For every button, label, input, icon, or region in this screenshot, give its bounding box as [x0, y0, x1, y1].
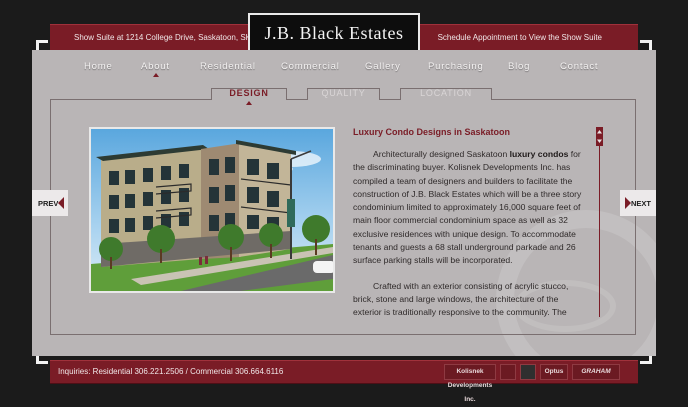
active-nav-indicator	[153, 73, 159, 77]
main-nav: Home About Residential Commercial Galler…	[32, 61, 656, 77]
site-logo[interactable]: J.B. Black Estates	[248, 13, 420, 53]
nav-item-gallery[interactable]: Gallery	[365, 61, 401, 72]
main-panel: Home About Residential Commercial Galler…	[32, 50, 656, 356]
content-heading: Luxury Condo Designs in Saskatoon	[353, 127, 511, 137]
building-rendering-image	[89, 127, 335, 293]
next-label: NEXT	[630, 199, 651, 208]
content-paragraph: Architecturally designed Saskatoon luxur…	[353, 148, 583, 268]
tab-location[interactable]: LOCATION	[400, 88, 492, 100]
footer-bar: Inquiries: Residential 306.221.2506 / Co…	[50, 360, 638, 403]
partner-logo-optus[interactable]: Optus	[540, 364, 568, 380]
nav-item-purchasing[interactable]: Purchasing	[428, 61, 484, 72]
paragraph-text: Architecturally designed Saskatoon	[373, 149, 510, 159]
partner-logo-kolisnek[interactable]: Kolisnek Developments Inc.	[444, 364, 496, 403]
inquiries-phone-numbers: Inquiries: Residential 306.221.2506 / Co…	[58, 367, 284, 376]
prev-button[interactable]: PREV	[32, 190, 68, 216]
content-paragraph: Crafted with an exterior consisting of a…	[353, 280, 569, 318]
active-tab-indicator	[246, 101, 252, 105]
show-suite-address: Show Suite at 1214 College Drive, Saskat…	[74, 33, 251, 42]
paragraph-text: for the discriminating buyer. Kolisnek D…	[353, 149, 582, 266]
content-body: Architecturally designed Saskatoon luxur…	[353, 148, 583, 332]
nav-item-contact[interactable]: Contact	[560, 61, 598, 72]
partner-logo-dark[interactable]	[520, 364, 536, 380]
tab-design[interactable]: DESIGN	[211, 88, 287, 100]
bold-keyword: luxury condos	[509, 149, 569, 159]
nav-item-commercial[interactable]: Commercial	[281, 61, 340, 72]
partner-logos: Kolisnek Developments Inc. Optus GRAHAM	[444, 364, 620, 403]
schedule-appointment-link[interactable]: Schedule Appointment to View the Show Su…	[438, 33, 602, 42]
chevron-left-icon	[58, 197, 64, 209]
scrollbar-thumb[interactable]	[596, 127, 603, 146]
nav-item-home[interactable]: Home	[84, 61, 113, 72]
scrollbar-track[interactable]	[599, 127, 600, 317]
logo-text: J.B. Black Estates	[264, 23, 404, 43]
partner-logo-small[interactable]	[500, 364, 516, 380]
next-button[interactable]: NEXT	[620, 190, 656, 216]
tab-quality[interactable]: QUALITY	[307, 88, 380, 100]
nav-item-blog[interactable]: Blog	[508, 61, 530, 72]
nav-item-about[interactable]: About	[141, 61, 170, 72]
nav-item-residential[interactable]: Residential	[200, 61, 256, 72]
partner-logo-graham[interactable]: GRAHAM	[572, 364, 620, 380]
prev-label: PREV	[38, 199, 59, 208]
